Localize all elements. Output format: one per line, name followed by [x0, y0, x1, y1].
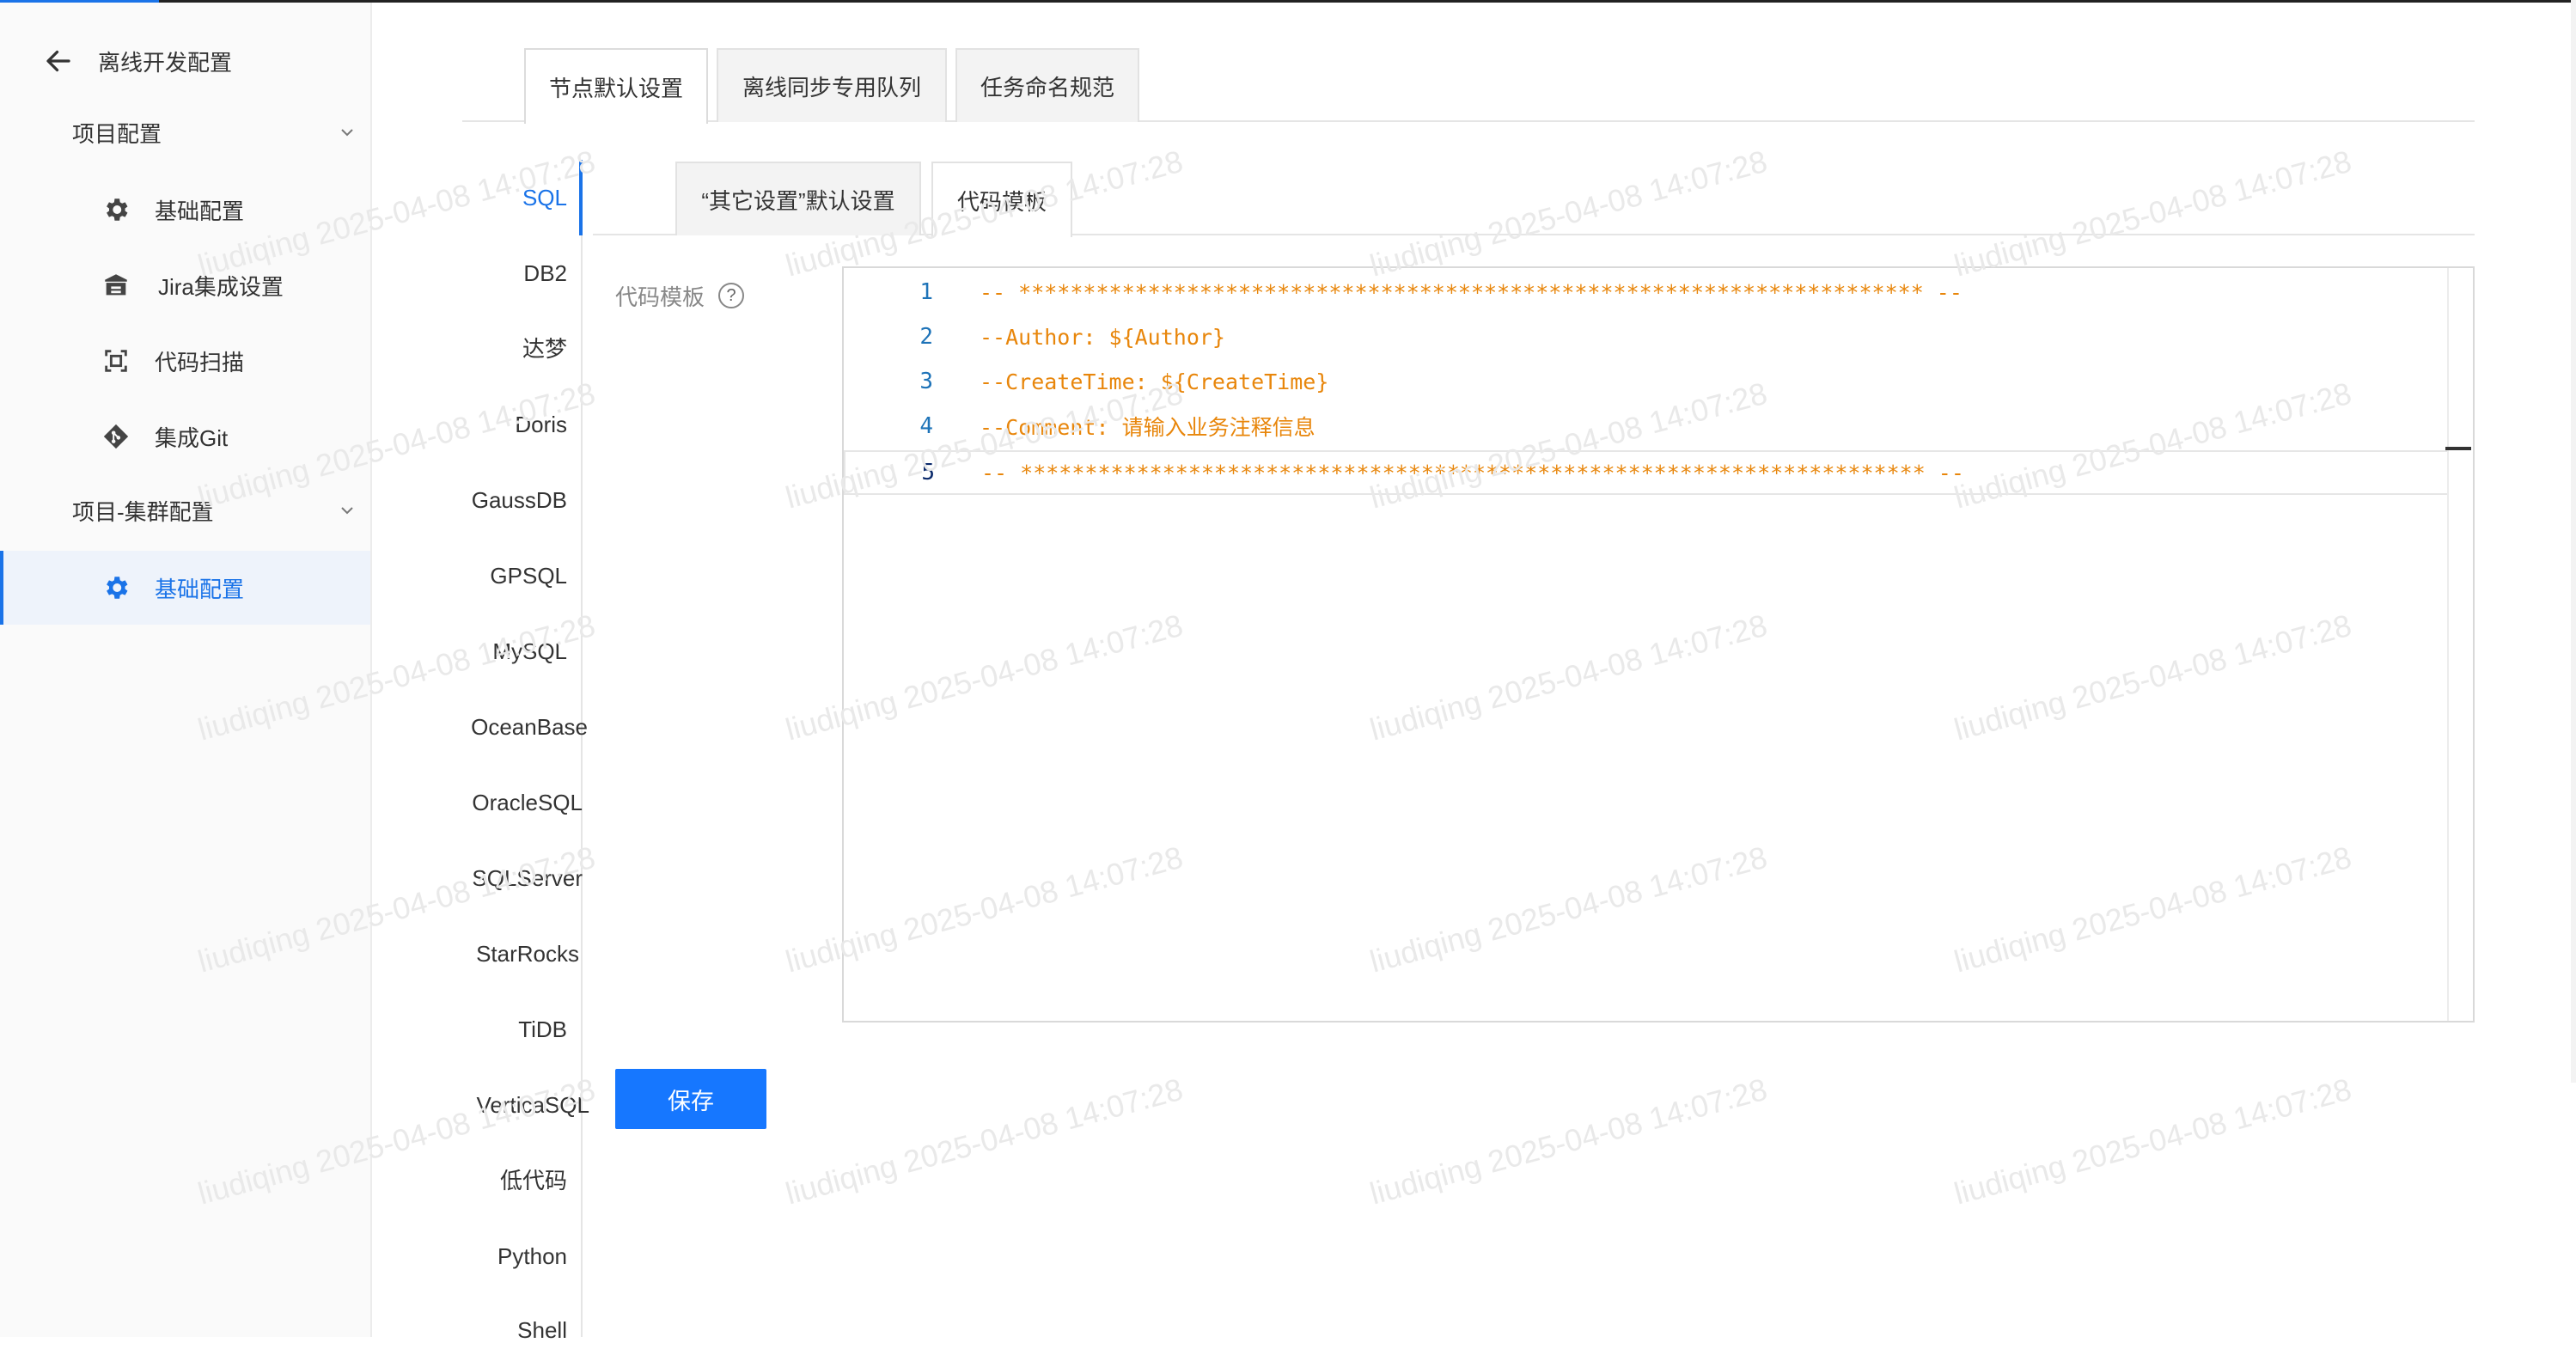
back-label: 离线开发配置 [98, 49, 233, 76]
watermark: liudiqing 2025-04-08 14:07:28 [782, 1071, 1187, 1212]
line-number: 1 [919, 279, 933, 305]
gear-icon [100, 193, 132, 226]
jira-icon [100, 269, 132, 302]
db-item-oraclesql[interactable]: OracleSQL [428, 784, 583, 821]
watermark: liudiqing 2025-04-08 14:07:28 [1366, 1071, 1771, 1212]
sidebar-item-label: Jira集成设置 [158, 273, 284, 300]
tab-task-naming-rules[interactable]: 任务命名规范 [955, 48, 1139, 122]
code-text: --CreateTime: ${CreateTime} [980, 369, 1329, 394]
code-editor[interactable]: 1 -- ***********************************… [842, 266, 2475, 1022]
db-item-lowcode[interactable]: 低代码 [412, 1162, 567, 1199]
sidebar-item-label: 基础配置 [155, 198, 245, 224]
tab-code-template[interactable]: 代码模板 [931, 162, 1072, 237]
db-item-db2[interactable]: DB2 [412, 254, 567, 292]
top-border [0, 0, 2576, 3]
db-item-oceanbase[interactable]: OceanBase [433, 708, 588, 746]
code-line: 3 --CreateTime: ${CreateTime} [844, 359, 2449, 404]
line-number: 2 [919, 324, 933, 350]
code-line-current: 5 -- ***********************************… [844, 450, 2449, 495]
db-item-sql[interactable]: SQL [412, 179, 567, 217]
arrow-left-icon [46, 50, 70, 72]
code-line: 4 --Comment: 请输入业务注释信息 [844, 404, 2449, 449]
watermark: liudiqing 2025-04-08 14:07:28 [1950, 143, 2355, 284]
tab-node-default-settings[interactable]: 节点默认设置 [524, 48, 708, 124]
code-text: --Author: ${Author} [980, 324, 1225, 350]
code-line: 2 --Author: ${Author} [844, 314, 2449, 359]
field-label-text: 代码模板 [615, 284, 705, 310]
sidebar-item-git[interactable]: 集成Git [0, 400, 370, 473]
db-item-starrocks[interactable]: StarRocks [424, 935, 579, 973]
db-item-sqlserver[interactable]: SQLServer [428, 859, 583, 897]
line-number: 3 [919, 369, 933, 394]
sidebar-item-label: 基础配置 [155, 576, 245, 602]
sidebar-item-basic-config[interactable]: 基础配置 [0, 173, 370, 247]
db-item-mysql[interactable]: MySQL [412, 632, 567, 670]
sidebar-item-jira[interactable]: Jira集成设置 [0, 248, 370, 322]
editor-scroll-thumb[interactable] [2445, 447, 2471, 450]
code-text: -- *************************************… [981, 460, 1964, 485]
chevron-down-icon [341, 129, 353, 137]
db-item-tidb[interactable]: TiDB [412, 1010, 567, 1048]
db-item-gpsql[interactable]: GPSQL [412, 557, 567, 595]
line-number: 4 [919, 413, 933, 439]
chevron-down-icon [341, 507, 353, 515]
save-button[interactable]: 保存 [615, 1069, 766, 1129]
db-item-shell[interactable]: Shell [412, 1311, 567, 1349]
code-template-label: 代码模板 ? [615, 278, 745, 313]
page-scrollbar[interactable] [2571, 0, 2576, 1083]
gear-icon [100, 571, 132, 604]
scan-icon [100, 345, 132, 377]
sidebar-item-cluster-basic-config[interactable]: 基础配置 [0, 551, 370, 625]
sidebar: 离线开发配置 项目配置 基础配置 Jira集成设置 代码扫描 集成Git 项目-… [0, 3, 372, 1337]
db-item-python[interactable]: Python [412, 1237, 567, 1275]
db-item-doris[interactable]: Doris [412, 406, 567, 443]
watermark: liudiqing 2025-04-08 14:07:28 [1366, 143, 1771, 284]
code-text: --Comment: 请输入业务注释信息 [980, 415, 1315, 440]
db-item-dameng[interactable]: 达梦 [412, 330, 567, 368]
back-button[interactable]: 离线开发配置 [43, 40, 232, 82]
code-text: -- *************************************… [980, 279, 1963, 305]
db-item-gaussdb[interactable]: GaussDB [412, 481, 567, 519]
sidebar-item-label: 代码扫描 [155, 349, 245, 375]
db-type-list: SQL DB2 达梦 Doris GaussDB GPSQL MySQL Oce… [447, 160, 589, 1343]
tab-other-settings-default[interactable]: “其它设置”默认设置 [675, 162, 921, 235]
tab-offline-sync-queue[interactable]: 离线同步专用队列 [717, 48, 947, 122]
sidebar-item-label: 集成Git [155, 424, 229, 451]
watermark: liudiqing 2025-04-08 14:07:28 [1950, 1071, 2355, 1212]
line-number: 5 [921, 460, 935, 485]
db-item-verticasql[interactable]: VerticaSQL [435, 1086, 589, 1124]
help-icon[interactable]: ? [718, 283, 745, 308]
git-icon [100, 420, 132, 453]
group-project-config[interactable]: 项目配置 [72, 111, 356, 154]
group-title: 项目-集群配置 [72, 498, 214, 525]
sidebar-item-code-scan[interactable]: 代码扫描 [0, 324, 370, 398]
editor-scrollbar[interactable] [2447, 268, 2473, 1021]
group-title: 项目配置 [72, 120, 162, 147]
code-line: 1 -- ***********************************… [844, 270, 2449, 314]
group-project-cluster-config[interactable]: 项目-集群配置 [72, 489, 356, 532]
